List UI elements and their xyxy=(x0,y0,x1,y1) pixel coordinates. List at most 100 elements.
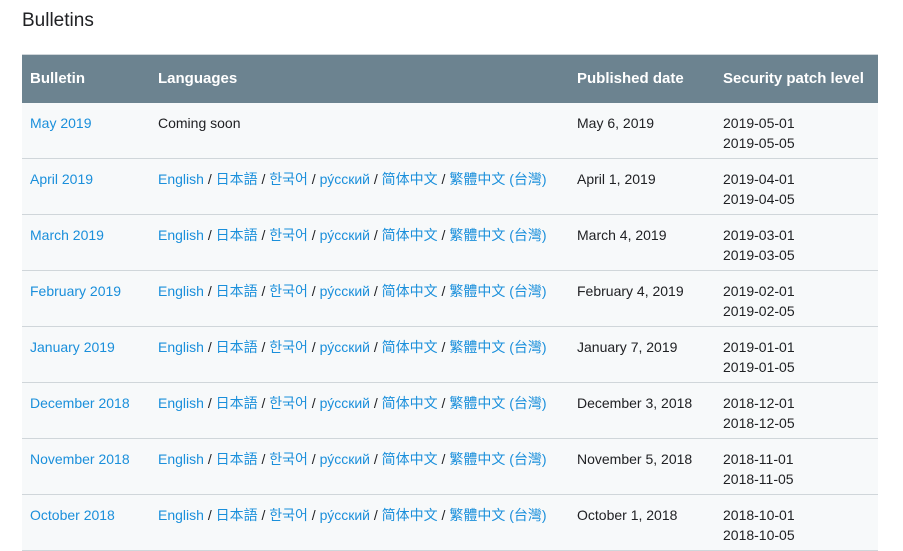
language-link[interactable]: 繁體中文 (台灣) xyxy=(449,339,546,355)
cell-languages: English / 日本語 / 한국어 / ру́сский / 简体中文 / … xyxy=(150,439,569,495)
language-link[interactable]: 日本語 xyxy=(216,507,258,523)
language-link[interactable]: 한국어 xyxy=(269,339,308,355)
cell-security-patch-level: 2018-11-01 2018-11-05 xyxy=(715,439,878,495)
language-link[interactable]: English xyxy=(158,227,204,243)
language-link[interactable]: 日本語 xyxy=(216,171,258,187)
language-separator: / xyxy=(207,171,212,187)
language-link[interactable]: English xyxy=(158,283,204,299)
language-link[interactable]: 日本語 xyxy=(216,395,258,411)
language-link[interactable]: 日本語 xyxy=(216,451,258,467)
language-link[interactable]: 简体中文 xyxy=(382,227,438,243)
language-separator: / xyxy=(207,283,212,299)
cell-security-patch-level: 2019-03-01 2019-03-05 xyxy=(715,215,878,271)
table-row: February 2019 English / 日本語 / 한국어 / ру́сс… xyxy=(22,270,878,327)
language-link[interactable]: 繁體中文 (台灣) xyxy=(449,171,546,187)
language-link[interactable]: ру́сский xyxy=(320,507,370,523)
language-separator: / xyxy=(207,451,212,467)
cell-published-date: May 6, 2019 xyxy=(577,114,655,131)
language-link[interactable]: 简体中文 xyxy=(382,507,438,523)
bulletin-link[interactable]: March 2019 xyxy=(30,227,104,243)
cell-security-patch-level: 2018-12-01 2018-12-05 xyxy=(715,383,878,439)
language-link[interactable]: 繁體中文 (台灣) xyxy=(449,451,546,467)
language-separator: / xyxy=(311,283,316,299)
language-link[interactable]: 简体中文 xyxy=(382,451,438,467)
language-link[interactable]: English xyxy=(158,339,204,355)
cell-security-patch-level: 2018-10-01 2018-10-05 xyxy=(715,495,878,551)
table-row: November 2018 English / 日本語 / 한국어 / ру́сс… xyxy=(22,438,878,495)
patch-level-2: 2019-02-05 xyxy=(723,303,795,319)
language-separator: / xyxy=(441,451,446,467)
bulletins-table: Bulletin Languages Published date Securi… xyxy=(22,54,878,551)
cell-published-date: January 7, 2019 xyxy=(577,339,678,355)
language-separator: / xyxy=(261,283,266,299)
language-link[interactable]: 简体中文 xyxy=(382,283,438,299)
language-link[interactable]: 한국어 xyxy=(269,171,308,187)
cell-published-date: February 4, 2019 xyxy=(577,283,684,299)
patch-level-1: 2018-10-01 xyxy=(723,507,795,523)
patch-level-1: 2019-04-01 xyxy=(723,171,795,187)
cell-published-date: November 5, 2018 xyxy=(577,451,693,467)
patch-level-2: 2018-10-05 xyxy=(723,527,795,543)
language-link[interactable]: 日本語 xyxy=(216,283,258,299)
language-link[interactable]: ру́сский xyxy=(320,227,370,243)
bulletin-link[interactable]: December 2018 xyxy=(30,395,130,411)
language-link[interactable]: English xyxy=(158,451,204,467)
language-link[interactable]: 简体中文 xyxy=(382,339,438,355)
language-link[interactable]: 繁體中文 (台灣) xyxy=(449,507,546,523)
language-link[interactable]: 한국어 xyxy=(269,395,308,411)
language-separator: / xyxy=(311,395,316,411)
cell-published-date: December 3, 2018 xyxy=(577,395,693,411)
table-body: May 2019 Coming soon May 6, 2019 2019-05-01… xyxy=(22,102,878,551)
bulletin-link[interactable]: January 2019 xyxy=(30,339,115,355)
language-link[interactable]: English xyxy=(158,507,204,523)
header-languages: Languages xyxy=(150,54,569,103)
patch-level-1: 2019-03-01 xyxy=(723,227,795,243)
bulletin-link[interactable]: February 2019 xyxy=(30,283,121,299)
bulletin-link[interactable]: April 2019 xyxy=(30,171,93,187)
language-separator: / xyxy=(311,451,316,467)
language-separator: / xyxy=(261,507,266,523)
language-link[interactable]: ру́сский xyxy=(320,339,370,355)
language-link[interactable]: 简体中文 xyxy=(382,171,438,187)
bulletin-link[interactable]: October 2018 xyxy=(30,507,115,523)
language-link[interactable]: English xyxy=(158,171,204,187)
language-link[interactable]: 한국어 xyxy=(269,227,308,243)
language-link[interactable]: 繁體中文 (台灣) xyxy=(449,227,546,243)
language-link[interactable]: ру́сский xyxy=(320,395,370,411)
patch-level-1: 2018-12-01 xyxy=(723,395,795,411)
language-link[interactable]: 한국어 xyxy=(269,283,308,299)
language-link[interactable]: 日本語 xyxy=(216,227,258,243)
cell-security-patch-level: 2019-01-01 2019-01-05 xyxy=(715,327,878,383)
cell-languages: English / 日本語 / 한국어 / ру́сский / 简体中文 / … xyxy=(150,271,569,327)
language-link[interactable]: ру́сский xyxy=(320,451,370,467)
language-separator: / xyxy=(373,339,378,355)
cell-languages: English / 日本語 / 한국어 / ру́сский / 简体中文 / … xyxy=(150,215,569,271)
cell-bulletin: December 2018 xyxy=(22,383,150,439)
language-separator: / xyxy=(311,171,316,187)
language-link[interactable]: 日本語 xyxy=(216,339,258,355)
language-separator: / xyxy=(311,227,316,243)
language-link[interactable]: 한국어 xyxy=(269,507,308,523)
language-separator: / xyxy=(207,395,212,411)
bulletin-link[interactable]: May 2019 xyxy=(30,115,91,131)
cell-security-patch-level: 2019-05-01 2019-05-05 xyxy=(715,103,878,159)
patch-level-1: 2018-11-01 xyxy=(723,451,794,467)
cell-languages: English / 日本語 / 한국어 / ру́сский / 简体中文 / … xyxy=(150,159,569,215)
cell-bulletin: May 2019 xyxy=(22,103,150,159)
language-link[interactable]: 繁體中文 (台灣) xyxy=(449,283,546,299)
language-link[interactable]: ру́сский xyxy=(320,283,370,299)
language-link[interactable]: 한국어 xyxy=(269,451,308,467)
patch-level-2: 2019-01-05 xyxy=(723,359,795,375)
language-link[interactable]: English xyxy=(158,395,204,411)
cell-published-date: April 1, 2019 xyxy=(577,171,656,187)
language-link[interactable]: 简体中文 xyxy=(382,395,438,411)
header-published-date: Published date xyxy=(569,54,715,103)
cell-security-patch-level: 2019-02-01 2019-02-05 xyxy=(715,271,878,327)
bulletin-link[interactable]: November 2018 xyxy=(30,451,130,467)
language-separator: / xyxy=(207,227,212,243)
language-separator: / xyxy=(441,339,446,355)
language-link[interactable]: ру́сский xyxy=(320,171,370,187)
language-link[interactable]: 繁體中文 (台灣) xyxy=(449,395,546,411)
patch-level-2: 2019-04-05 xyxy=(723,191,795,207)
patch-level-2: 2019-05-05 xyxy=(723,134,795,151)
